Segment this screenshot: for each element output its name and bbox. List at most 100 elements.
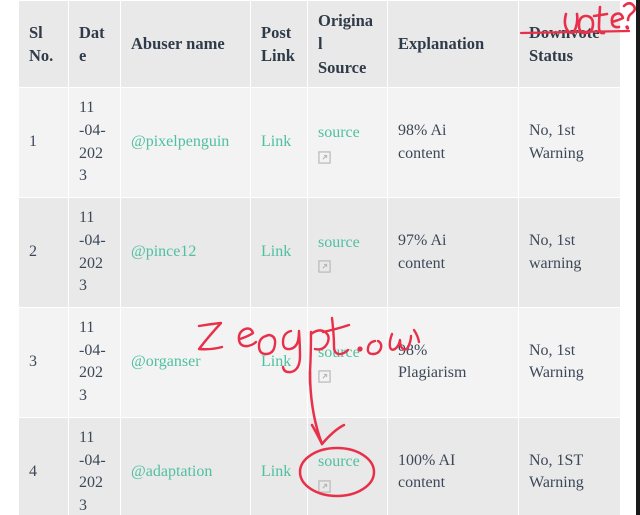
status-line1: No, 1st xyxy=(529,121,576,139)
cell-explanation: 98% Plagiarism xyxy=(387,307,519,418)
column-header-date-label: Date xyxy=(79,22,105,66)
abuser-name-link[interactable]: @pince12 xyxy=(131,243,196,260)
column-header-sl-no: Sl No. xyxy=(18,0,69,89)
date-line3: 2023 xyxy=(79,254,103,295)
explanation-line1: 97% Ai xyxy=(398,231,447,249)
cell-explanation: 100% AI content xyxy=(387,416,519,515)
abuse-report-table: Sl No. Date Abuser name Post Link Origin xyxy=(18,0,620,515)
status-line2: Warning xyxy=(529,364,584,382)
abuser-name-link[interactable]: @pixelpenguin xyxy=(131,133,229,150)
explanation-line1: 98% xyxy=(398,341,428,359)
date-line1: 11 xyxy=(79,99,95,117)
cell-original-source: source xyxy=(307,416,388,515)
original-source-link[interactable]: source xyxy=(318,122,377,145)
table-row: 2 11 -04- 2023 @pince12 Link source 97% … xyxy=(18,197,620,309)
cell-abuser-name: @adaptation xyxy=(120,416,251,515)
table-row: 1 11 -04- 2023 @pixelpenguin Link source xyxy=(18,87,620,199)
table-header-row: Sl No. Date Abuser name Post Link Origin xyxy=(18,0,620,89)
explanation-line2: content xyxy=(398,254,446,272)
vertical-scrollbar[interactable] xyxy=(628,0,640,515)
cell-original-source: source xyxy=(307,87,388,199)
date-line1: 11 xyxy=(79,428,95,446)
column-header-abuser-label: Abuser name xyxy=(131,34,225,54)
status-line1: No, 1ST xyxy=(529,451,584,469)
date-line3: 2023 xyxy=(79,144,103,185)
cell-explanation: 97% Ai content xyxy=(387,197,519,309)
cell-post-link: Link xyxy=(250,87,308,199)
column-header-post-link: Post Link xyxy=(250,0,308,89)
date-line2: -04- xyxy=(79,231,106,249)
table-scroll-viewport[interactable]: Sl No. Date Abuser name Post Link Origin xyxy=(18,0,620,515)
post-link[interactable]: Link xyxy=(261,243,291,260)
cell-date: 11 -04- 2023 xyxy=(68,307,121,418)
date-line2: -04- xyxy=(79,121,106,139)
explanation-line2: content xyxy=(398,474,446,492)
explanation-line1: 100% AI xyxy=(398,451,456,469)
column-header-status-line2: Status xyxy=(529,46,574,66)
column-header-source-line1: Original xyxy=(318,11,374,54)
screenshot-root: Sl No. Date Abuser name Post Link Origin xyxy=(0,0,640,515)
abuser-name-link[interactable]: @organser xyxy=(131,353,201,370)
cell-downvote-status: No, 1ST Warning xyxy=(518,416,620,515)
cell-abuser-name: @pixelpenguin xyxy=(120,87,251,199)
original-source-link[interactable]: source xyxy=(318,451,377,474)
date-line1: 11 xyxy=(79,319,95,337)
external-link-icon xyxy=(318,480,331,493)
post-link[interactable]: Link xyxy=(261,133,291,150)
abuser-name-link[interactable]: @adaptation xyxy=(131,463,212,480)
column-header-source-line2: Source xyxy=(318,57,367,77)
status-line1: No, 1st xyxy=(529,341,576,359)
cell-post-link: Link xyxy=(250,416,308,515)
post-link[interactable]: Link xyxy=(261,353,291,370)
column-header-explanation-label: Explanation xyxy=(398,34,485,54)
column-header-post-line1: Post xyxy=(261,22,292,42)
table-header: Sl No. Date Abuser name Post Link Origin xyxy=(18,0,620,89)
table-body: 1 11 -04- 2023 @pixelpenguin Link source xyxy=(18,87,620,515)
status-line2: Warning xyxy=(529,144,584,162)
cell-date: 11 -04- 2023 xyxy=(68,87,121,199)
cell-explanation: 98% Ai content xyxy=(387,87,519,199)
explanation-line1: 98% Ai xyxy=(398,121,447,139)
column-header-post-line2: Link xyxy=(261,46,295,66)
cell-downvote-status: No, 1st Warning xyxy=(518,307,620,418)
cell-post-link: Link xyxy=(250,307,308,418)
cell-downvote-status: No, 1st warning xyxy=(518,197,620,309)
column-header-sl-line1: Sl xyxy=(29,22,43,42)
column-header-original-source: Original Source xyxy=(307,0,388,89)
cell-post-link: Link xyxy=(250,197,308,309)
column-header-date: Date xyxy=(68,0,121,89)
date-line2: -04- xyxy=(79,451,106,469)
cell-sl-no: 4 xyxy=(18,416,69,515)
original-source-link[interactable]: source xyxy=(318,232,377,255)
explanation-line2: Plagiarism xyxy=(398,364,467,382)
cell-sl-no: 1 xyxy=(18,87,69,199)
table-row: 4 11 -04- 2023 @adaptation Link source 1… xyxy=(18,416,620,515)
cell-downvote-status: No, 1st Warning xyxy=(518,87,620,199)
cell-abuser-name: @pince12 xyxy=(120,197,251,309)
column-header-abuser-name: Abuser name xyxy=(120,0,251,89)
cell-abuser-name: @organser xyxy=(120,307,251,418)
cell-date: 11 -04- 2023 xyxy=(68,197,121,309)
status-line2: warning xyxy=(529,254,582,272)
table-row: 3 11 -04- 2023 @organser Link source 98%… xyxy=(18,307,620,418)
status-line2: Warning xyxy=(529,474,584,492)
scrollbar-thumb[interactable] xyxy=(636,0,640,515)
date-line2: -04- xyxy=(79,341,106,359)
date-line3: 2023 xyxy=(79,474,103,515)
column-header-sl-line2: No. xyxy=(29,46,54,66)
post-link[interactable]: Link xyxy=(261,463,291,480)
cell-sl-no: 3 xyxy=(18,307,69,418)
date-line1: 11 xyxy=(79,209,95,227)
explanation-line2: content xyxy=(398,144,446,162)
external-link-icon xyxy=(318,370,331,383)
date-line3: 2023 xyxy=(79,364,103,405)
cell-date: 11 -04- 2023 xyxy=(68,416,121,515)
column-header-downvote-status: Downvote Status xyxy=(518,0,620,89)
external-link-icon xyxy=(318,260,331,274)
external-link-icon xyxy=(318,150,331,164)
cell-original-source: source xyxy=(307,307,388,418)
column-header-explanation: Explanation xyxy=(387,0,519,89)
original-source-link[interactable]: source xyxy=(318,342,377,365)
cell-original-source: source xyxy=(307,197,388,309)
column-header-status-line1: Downvote xyxy=(529,22,600,42)
